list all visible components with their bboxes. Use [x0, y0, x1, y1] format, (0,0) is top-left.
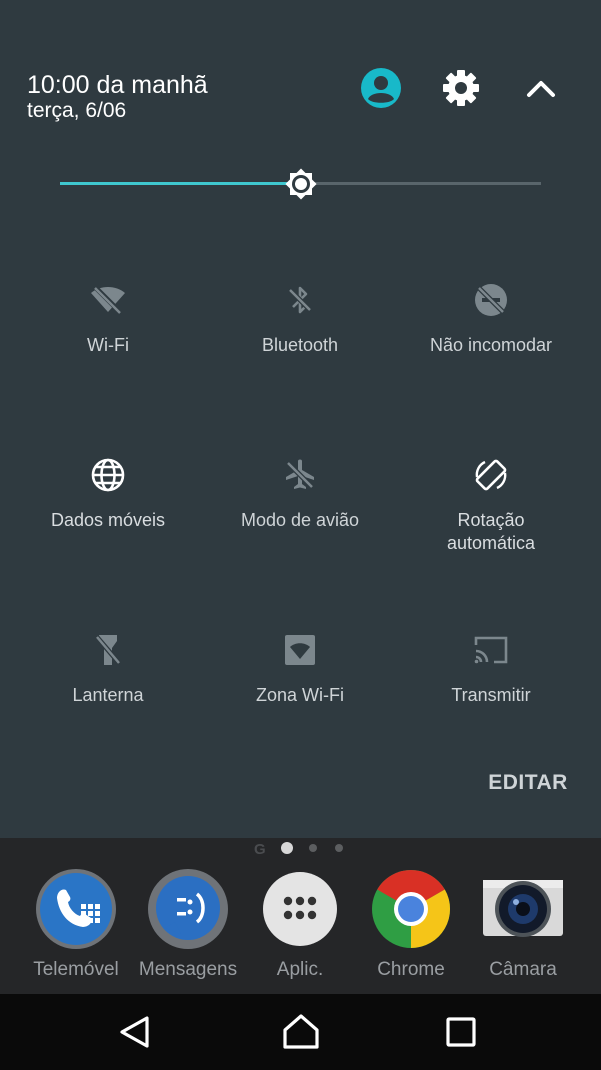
tile-do-not-disturb[interactable]: Não incomodar [391, 280, 591, 357]
camera-app-icon [482, 868, 564, 950]
airplane-off-icon [280, 455, 320, 495]
phone-app-icon [35, 868, 117, 950]
edit-button[interactable]: EDITAR [468, 768, 588, 798]
app-drawer-icon [259, 868, 341, 950]
tile-hotspot[interactable]: Zona Wi-Fi [200, 630, 400, 707]
page-dot [309, 844, 317, 852]
tile-wifi[interactable]: Wi-Fi [8, 280, 208, 357]
messages-app-icon [147, 868, 229, 950]
tile-mobile-data[interactable]: Dados móveis [8, 455, 208, 532]
dock-app-label: Mensagens [138, 959, 238, 980]
dock-app-chrome[interactable]: Chrome [356, 868, 466, 982]
gear-icon[interactable] [439, 66, 483, 110]
user-icon[interactable] [359, 66, 403, 110]
tile-flashlight[interactable]: Lanterna [8, 630, 208, 707]
page-indicator: G [0, 840, 601, 858]
page-dot-current [281, 842, 293, 854]
tile-label: Rotação automática [446, 510, 536, 553]
dock-app-label: Telemóvel [33, 959, 119, 980]
auto-rotate-icon [471, 455, 511, 495]
tile-label: Lanterna [72, 685, 144, 705]
wifi-off-icon [88, 280, 128, 320]
hotspot-icon [280, 630, 320, 670]
page-dot [335, 844, 343, 852]
tile-airplane-mode[interactable]: Modo de avião [200, 455, 400, 532]
dock-app-label: Câmara [489, 959, 557, 980]
brightness-slider[interactable] [60, 163, 541, 205]
screen: 10:00 da manhã terça, 6/06 Wi-Fi Bluetoo… [0, 0, 601, 1070]
dock-app-messages[interactable]: Mensagens [133, 868, 243, 982]
dock-app-label: Aplic. [276, 959, 324, 980]
bluetooth-off-icon [280, 280, 320, 320]
tile-label: Modo de avião [240, 510, 360, 530]
navigation-bar [0, 994, 601, 1070]
do-not-disturb-off-icon [471, 280, 511, 320]
dock-app-drawer[interactable]: Aplic. [245, 868, 355, 982]
flashlight-off-icon [88, 630, 128, 670]
chevron-up-icon[interactable] [519, 66, 563, 110]
google-letter: G [254, 841, 266, 858]
tile-bluetooth[interactable]: Bluetooth [200, 280, 400, 357]
dock-app-phone[interactable]: Telemóvel [21, 868, 131, 982]
slider-fill [60, 182, 301, 185]
globe-icon [88, 455, 128, 495]
dock-app-camera[interactable]: Câmara [468, 868, 578, 982]
brightness-thumb-icon[interactable] [280, 163, 322, 205]
tile-label: Dados móveis [50, 510, 166, 530]
clock-date[interactable]: terça, 6/06 [27, 98, 126, 124]
tile-label: Zona Wi-Fi [255, 685, 344, 705]
tile-auto-rotate[interactable]: Rotação automática [391, 455, 591, 555]
dock-app-label: Chrome [377, 959, 445, 980]
tile-label: Bluetooth [261, 335, 339, 355]
chrome-app-icon [370, 868, 452, 950]
cast-icon [471, 630, 511, 670]
back-icon[interactable] [114, 1012, 154, 1052]
home-icon[interactable] [281, 1012, 321, 1052]
clock-time: 10:00 da manhã [27, 71, 208, 99]
tile-label: Não incomodar [429, 335, 553, 355]
quick-settings-panel: 10:00 da manhã terça, 6/06 Wi-Fi Bluetoo… [0, 0, 601, 838]
tile-label: Wi-Fi [87, 335, 129, 355]
tile-label: Transmitir [451, 685, 531, 705]
tile-cast[interactable]: Transmitir [391, 630, 591, 707]
recents-icon[interactable] [441, 1012, 481, 1052]
